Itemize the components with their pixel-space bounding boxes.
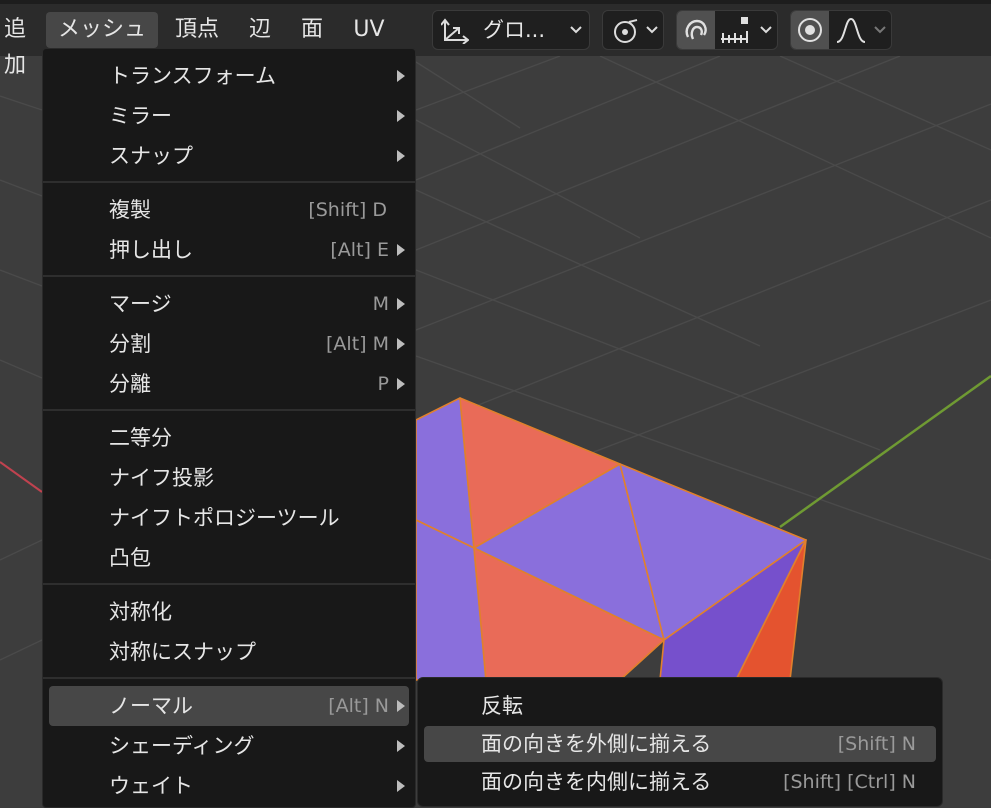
menu-item[interactable]: 複製 [Shift] D: [43, 190, 415, 230]
menu-add[interactable]: 追加: [0, 12, 34, 78]
menu-item-label: 分割: [109, 332, 151, 356]
menu-item[interactable]: 対称にスナップ: [43, 632, 415, 672]
menu-item[interactable]: マージ M: [43, 284, 415, 324]
normals-submenu: 反転面の向きを外側に揃える [Shift] N 面の向きを内側に揃える [Shift]…: [417, 677, 943, 807]
menu-item-label: ウェイト: [109, 774, 193, 798]
snap-toggle[interactable]: [677, 11, 715, 49]
menu-item-label: トランスフォーム: [109, 64, 276, 88]
submenu-item-shortcut: [Shift] N: [837, 733, 916, 755]
menu-item-label: シェーディング: [109, 734, 255, 758]
menu-item-shortcut: P: [377, 373, 389, 395]
proportional-edit-toggle[interactable]: [791, 11, 829, 49]
chevron-down-icon: [570, 26, 582, 34]
submenu-arrow-icon: [397, 70, 405, 82]
menu-vertex[interactable]: 頂点: [170, 12, 224, 48]
transform-orientation-dropdown[interactable]: グロ...: [432, 10, 590, 50]
menu-item[interactable]: ナイフ投影: [43, 458, 415, 498]
submenu-arrow-icon: [397, 338, 405, 350]
header-top-border: [0, 0, 991, 4]
menu-uv[interactable]: UV: [348, 12, 390, 48]
menu-item[interactable]: ナイフトポロジーツール: [43, 498, 415, 538]
pivot-point-icon: [614, 19, 638, 43]
menu-item-shortcut: [Alt] M: [326, 333, 389, 355]
menu-mesh[interactable]: メッシュ: [46, 12, 158, 48]
menu-item-label: 対称にスナップ: [109, 640, 256, 664]
menu-separator: [43, 181, 415, 183]
chevron-down-icon: [874, 26, 886, 34]
menu-separator: [43, 409, 415, 411]
menu-separator: [43, 583, 415, 585]
menu-item[interactable]: トランスフォーム: [43, 56, 415, 96]
menu-item-label: ノーマル: [109, 694, 193, 718]
submenu-arrow-icon: [397, 378, 405, 390]
proportional-edit-icon: [798, 18, 822, 42]
menu-item[interactable]: 対称化: [43, 592, 415, 632]
menu-item[interactable]: 凸包: [43, 538, 415, 578]
proportional-edit-group: [790, 10, 892, 50]
pivot-point-dropdown[interactable]: [602, 10, 664, 50]
chevron-down-icon: [760, 26, 772, 34]
menu-item[interactable]: 二等分: [43, 418, 415, 458]
snapping-group: [676, 10, 778, 50]
menu-item-label: 二等分: [109, 426, 172, 450]
snap-increment-icon: [721, 17, 748, 43]
menu-item[interactable]: スナップ: [43, 136, 415, 176]
menu-separator: [43, 677, 415, 679]
menu-edge[interactable]: 辺: [242, 12, 278, 48]
menu-face[interactable]: 面: [294, 12, 330, 48]
submenu-arrow-icon: [397, 244, 405, 256]
submenu-arrow-icon: [397, 700, 405, 712]
submenu-arrow-icon: [397, 150, 405, 162]
submenu-item-label: 面の向きを外側に揃える: [481, 732, 712, 756]
chevron-down-icon: [646, 26, 658, 34]
transform-orientation-value: グロ...: [483, 18, 546, 42]
menu-item[interactable]: 押し出し [Alt] E: [43, 230, 415, 270]
menu-item[interactable]: 分割 [Alt] M: [43, 324, 415, 364]
submenu-arrow-icon: [397, 298, 405, 310]
snap-target-dropdown[interactable]: [715, 11, 777, 49]
menu-item[interactable]: ノーマル [Alt] N: [49, 686, 409, 726]
menu-separator: [43, 275, 415, 277]
menu-item-label: ナイフトポロジーツール: [109, 506, 340, 530]
menu-item-label: 対称化: [109, 600, 172, 624]
menu-item-label: ミラー: [109, 104, 172, 128]
menu-item[interactable]: 分離 P: [43, 364, 415, 404]
menu-item-shortcut: [Shift] D: [308, 199, 387, 221]
menu-item[interactable]: シェーディング: [43, 726, 415, 766]
falloff-dropdown[interactable]: [829, 11, 891, 49]
menu-item-label: 押し出し: [109, 238, 193, 262]
submenu-item[interactable]: 面の向きを内側に揃える [Shift] [Ctrl] N: [424, 764, 936, 800]
menu-item-label: 分離: [109, 372, 151, 396]
submenu-item-label: 面の向きを内側に揃える: [481, 770, 712, 794]
menu-item-shortcut: [Alt] N: [328, 695, 389, 717]
menu-item-shortcut: M: [372, 293, 389, 315]
menu-item-label: スナップ: [109, 144, 193, 168]
menu-item[interactable]: ウェイト: [43, 766, 415, 806]
magnet-icon: [685, 19, 707, 40]
menu-item[interactable]: ミラー: [43, 96, 415, 136]
menu-item-label: 複製: [109, 198, 151, 222]
submenu-arrow-icon: [397, 740, 405, 752]
submenu-arrow-icon: [397, 110, 405, 122]
menu-item-label: ナイフ投影: [109, 466, 214, 490]
submenu-arrow-icon: [397, 780, 405, 792]
menu-item-label: マージ: [109, 292, 172, 316]
submenu-item-label: 反転: [481, 694, 523, 718]
transform-orientation-icon: [441, 18, 469, 44]
menu-item-shortcut: [Alt] E: [330, 239, 389, 261]
menu-item-label: 凸包: [109, 546, 151, 570]
falloff-curve-icon: [836, 17, 866, 43]
submenu-item[interactable]: 面の向きを外側に揃える [Shift] N: [424, 726, 936, 762]
submenu-item-shortcut: [Shift] [Ctrl] N: [783, 771, 916, 793]
mesh-menu: トランスフォーム ミラースナップ複製 [Shift] D 押し出し [Alt] E マージ…: [42, 48, 416, 808]
submenu-item[interactable]: 反転: [424, 688, 936, 724]
